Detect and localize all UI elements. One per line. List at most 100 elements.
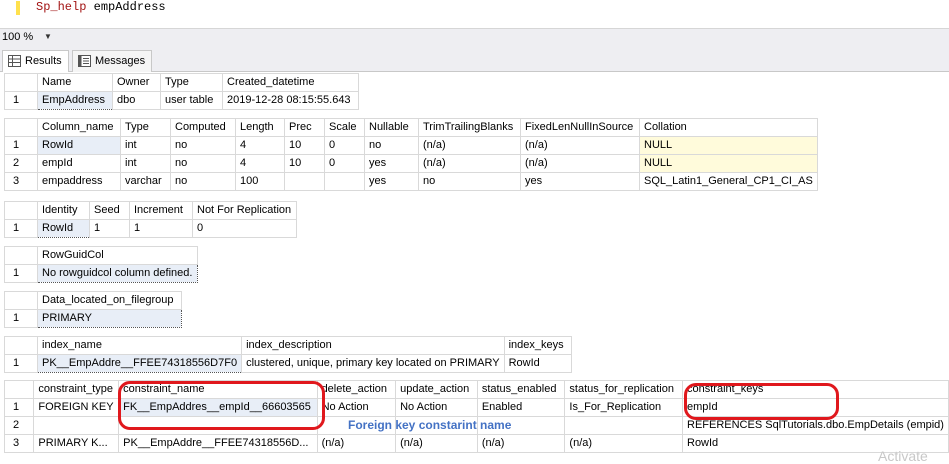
column-header[interactable]: Prec	[284, 118, 325, 137]
column-header[interactable]: index_name	[36, 336, 243, 355]
table-cell[interactable]: (n/a)	[316, 434, 397, 453]
column-header[interactable]: Type	[120, 118, 171, 137]
table-cell[interactable]: 0	[192, 219, 297, 238]
table-cell[interactable]: 1	[129, 219, 193, 238]
table-cell[interactable]: (n/a)	[564, 434, 683, 453]
table-row[interactable]: 1 RowId 1 1 0	[4, 219, 297, 238]
result-grid-rowguidcol[interactable]: RowGuidCol 1 No rowguidcol column define…	[4, 246, 198, 283]
table-cell[interactable]: PRIMARY K...	[33, 434, 120, 453]
column-header[interactable]: Created_datetime	[222, 73, 359, 92]
table-cell[interactable]: no	[170, 172, 236, 191]
table-cell[interactable]: 0	[324, 154, 365, 173]
column-header[interactable]: status_for_replication	[564, 380, 683, 399]
table-cell[interactable]: (n/a)	[418, 154, 521, 173]
table-cell[interactable]: empId	[37, 154, 121, 173]
table-cell[interactable]: 100	[235, 172, 285, 191]
table-cell[interactable]: PK__EmpAddre__FFEE74318556D...	[118, 434, 318, 453]
table-cell[interactable]: RowId	[37, 136, 121, 155]
query-editor[interactable]: Sp_help empAddress	[0, 0, 949, 28]
result-grid-object[interactable]: Name Owner Type Created_datetime 1 EmpAd…	[4, 73, 359, 110]
table-cell[interactable]: 10	[284, 136, 325, 155]
table-cell[interactable]: yes	[364, 154, 419, 173]
column-header[interactable]: RowGuidCol	[37, 246, 198, 265]
table-cell[interactable]: (n/a)	[418, 136, 521, 155]
column-header[interactable]: status_enabled	[476, 380, 566, 399]
table-cell[interactable]	[284, 172, 325, 191]
table-row[interactable]: 1 No rowguidcol column defined.	[4, 264, 198, 283]
table-cell[interactable]: no	[364, 136, 419, 155]
table-cell[interactable]: EmpAddress	[37, 91, 113, 110]
column-header[interactable]: Identity	[37, 201, 90, 220]
column-header[interactable]: index_description	[241, 336, 505, 355]
table-cell[interactable]: No Action	[395, 398, 478, 417]
column-header[interactable]: update_action	[395, 380, 478, 399]
table-cell[interactable]: (n/a)	[520, 154, 640, 173]
table-cell[interactable]: No Action	[316, 398, 397, 417]
table-cell[interactable]: (n/a)	[520, 136, 640, 155]
column-header[interactable]: FixedLenNullInSource	[520, 118, 640, 137]
table-cell[interactable]: user table	[160, 91, 223, 110]
table-row[interactable]: 1 RowId int no 4 10 0 no (n/a) (n/a) NUL…	[4, 136, 818, 155]
results-pane[interactable]: Name Owner Type Created_datetime 1 EmpAd…	[0, 72, 949, 464]
table-cell[interactable]: (n/a)	[395, 434, 478, 453]
table-cell[interactable]: empaddress	[37, 172, 121, 191]
table-cell[interactable]: (n/a)	[476, 434, 566, 453]
table-cell[interactable]: int	[120, 136, 171, 155]
table-row[interactable]: 3 PRIMARY K... PK__EmpAddre__FFEE7431855…	[3, 434, 949, 453]
table-cell[interactable]: NULL	[639, 136, 818, 155]
tab-results[interactable]: Results	[2, 50, 69, 73]
column-header[interactable]: Not For Replication	[192, 201, 297, 220]
table-cell[interactable]: 2019-12-28 08:15:55.643	[222, 91, 359, 110]
table-cell[interactable]: yes	[520, 172, 640, 191]
zoom-level[interactable]: 100 %	[2, 30, 33, 44]
table-cell[interactable]: 4	[235, 136, 285, 155]
table-cell[interactable]: RowId	[37, 219, 90, 238]
table-cell[interactable]: 0	[324, 136, 365, 155]
column-header[interactable]: Column_name	[37, 118, 121, 137]
result-grid-columns[interactable]: Column_name Type Computed Length Prec Sc…	[4, 118, 818, 191]
column-header[interactable]: index_keys	[503, 336, 572, 355]
table-cell[interactable]	[118, 416, 318, 435]
column-header[interactable]: Type	[160, 73, 223, 92]
table-row[interactable]: 1 FOREIGN KEY FK__EmpAddres__empId__6660…	[3, 398, 949, 417]
table-row[interactable]: 2 empId int no 4 10 0 yes (n/a) (n/a) NU…	[4, 154, 818, 173]
table-row[interactable]: 1 EmpAddress dbo user table 2019-12-28 0…	[4, 91, 359, 110]
table-cell[interactable]: Enabled	[476, 398, 566, 417]
table-row[interactable]: 3 empaddress varchar no 100 yes no yes S…	[4, 172, 818, 191]
table-cell[interactable]: no	[170, 154, 236, 173]
table-cell[interactable]: 4	[235, 154, 285, 173]
table-cell[interactable]: RowId	[503, 354, 572, 373]
table-cell[interactable]: Is_For_Replication	[564, 398, 683, 417]
table-cell[interactable]: empId	[682, 398, 949, 417]
column-header[interactable]: Nullable	[364, 118, 419, 137]
table-cell[interactable]: FOREIGN KEY	[33, 398, 120, 417]
table-cell[interactable]	[324, 172, 365, 191]
tab-messages[interactable]: Messages	[72, 50, 153, 72]
column-header[interactable]: Computed	[170, 118, 236, 137]
column-header[interactable]: delete_action	[316, 380, 397, 399]
table-cell[interactable]: 1	[89, 219, 130, 238]
table-cell[interactable]	[564, 416, 683, 435]
result-grid-constraints[interactable]: constraint_type constraint_name delete_a…	[3, 380, 949, 453]
column-header[interactable]: constraint_name	[118, 380, 318, 399]
result-grid-index[interactable]: index_name index_description index_keys …	[4, 336, 572, 373]
column-header[interactable]: Owner	[112, 73, 161, 92]
column-header[interactable]: Collation	[639, 118, 818, 137]
result-grid-identity[interactable]: Identity Seed Increment Not For Replicat…	[4, 201, 297, 238]
table-cell[interactable]: PRIMARY	[37, 309, 182, 328]
query-text[interactable]: Sp_help empAddress	[36, 0, 166, 14]
column-header[interactable]: Data_located_on_filegroup	[37, 291, 182, 310]
table-cell[interactable]: no	[170, 136, 236, 155]
column-header[interactable]: Name	[37, 73, 113, 92]
column-header[interactable]: TrimTrailingBlanks	[418, 118, 521, 137]
column-header[interactable]: Increment	[129, 201, 193, 220]
chevron-down-icon[interactable]: ▼	[44, 30, 52, 44]
table-cell[interactable]: No rowguidcol column defined.	[37, 264, 198, 283]
table-cell[interactable]	[33, 416, 120, 435]
table-cell[interactable]: NULL	[639, 154, 818, 173]
table-cell[interactable]: varchar	[120, 172, 171, 191]
table-cell[interactable]: dbo	[112, 91, 161, 110]
table-cell[interactable]: SQL_Latin1_General_CP1_CI_AS	[639, 172, 818, 191]
table-cell[interactable]: REFERENCES SqlTutorials.dbo.EmpDetails (…	[682, 416, 949, 435]
table-cell[interactable]: int	[120, 154, 171, 173]
